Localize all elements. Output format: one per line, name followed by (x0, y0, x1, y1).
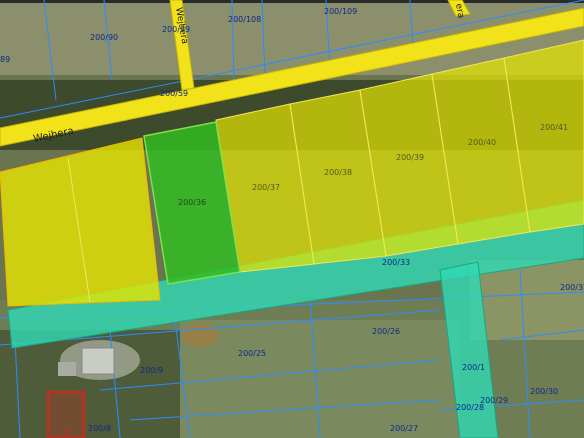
parcel-label-200-27: 200/27 (390, 424, 418, 433)
parcel-label-200-1: 200/1 (462, 363, 485, 372)
parcel-label-200-8: 200/8 (88, 424, 111, 433)
parcel-label-200-37: 200/37 (252, 183, 280, 192)
top-toolbar-strip (0, 0, 584, 3)
parcel-label-200-36: 200/36 (178, 198, 206, 207)
parcel-label-200-99: 200/99 (162, 25, 190, 34)
parcel-label-200-38: 200/38 (324, 168, 352, 177)
cadastral-map[interactable]: Wejhera Wejhera era 200/90 200/99 200/10… (0, 0, 584, 438)
parcel-label-200-40: 200/40 (468, 138, 496, 147)
parcel-label-200-30: 200/30 (530, 387, 558, 396)
parcel-label-200-59: 200/59 (160, 89, 188, 98)
building-label-g: g (64, 427, 69, 436)
parcel-label-200-41: 200/41 (540, 123, 568, 132)
parcel-label-200-108: 200/108 (228, 15, 261, 24)
parcel-label-200-90: 200/90 (90, 33, 118, 42)
parcel-label-200-32: 200/32 (560, 283, 584, 292)
parcel-label-200-26: 200/26 (372, 327, 400, 336)
parcel-label-200-109: 200/109 (324, 7, 357, 16)
parcel-label-200-28: 200/28 (456, 403, 484, 412)
parcel-label-200-29: 200/29 (480, 396, 508, 405)
parcel-label-200-9: 200/9 (140, 366, 163, 375)
parcel-label-200-39: 200/39 (396, 153, 424, 162)
parcel-label-89: 89 (0, 55, 10, 64)
parcel-label-200-33: 200/33 (382, 258, 410, 267)
parcel-label-200-25: 200/25 (238, 349, 266, 358)
